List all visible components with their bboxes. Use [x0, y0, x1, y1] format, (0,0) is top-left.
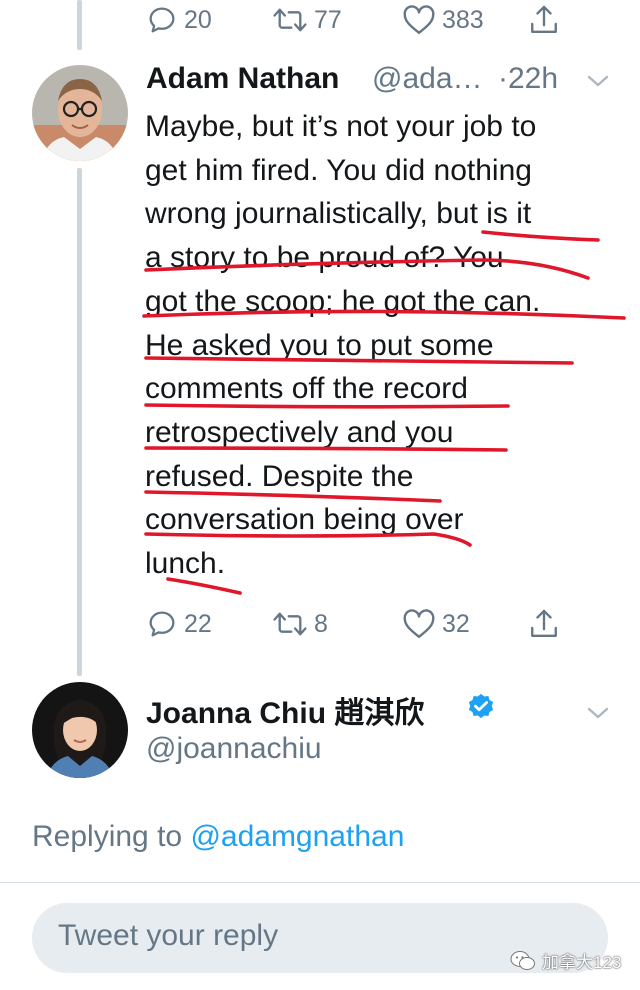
retweet-icon — [273, 612, 307, 636]
reply-button[interactable]: 20 — [146, 0, 212, 40]
retweet-count: 8 — [314, 609, 328, 638]
avatar-adam-nathan[interactable] — [32, 65, 128, 161]
reply-icon — [149, 7, 175, 33]
replying-to-prefix: Replying to — [32, 820, 183, 853]
tweet-line: Maybe, but it’s not your job to — [145, 110, 537, 143]
share-button[interactable] — [528, 604, 560, 644]
thread-line-middle — [77, 168, 82, 676]
retweet-icon — [273, 8, 307, 32]
author-name[interactable]: Adam Nathan — [146, 62, 339, 96]
tweet-line: a story to be proud of? You — [145, 241, 504, 275]
like-button[interactable]: 383 — [402, 0, 484, 40]
share-icon — [531, 5, 557, 33]
tweet-line: conversation being over — [145, 503, 464, 537]
share-icon — [531, 609, 557, 637]
tweet-line: got the scoop; he got the can. — [145, 284, 541, 318]
like-icon — [403, 609, 435, 638]
tweet-line: comments off the record — [145, 372, 468, 406]
retweet-button[interactable]: 77 — [272, 0, 342, 40]
tweet-actions: 22 8 32 — [0, 604, 640, 644]
retweet-button[interactable]: 8 — [272, 604, 328, 644]
like-button[interactable]: 32 — [402, 604, 470, 644]
avatar-joanna-chiu[interactable] — [32, 682, 128, 778]
tweet-line: retrospectively and you — [145, 415, 454, 449]
watermark-text: 加拿大123 — [542, 953, 622, 972]
replying-to-mention[interactable]: @adamgnathan — [190, 820, 404, 853]
reply-button[interactable]: 22 — [146, 604, 212, 644]
prev-tweet-actions: 20 77 383 — [0, 0, 640, 40]
tweet-line: He asked you to put some — [145, 328, 494, 362]
tweet-line: lunch. — [145, 547, 226, 581]
replying-to: Replying to @adamgnathan — [32, 820, 404, 854]
like-count: 383 — [442, 5, 484, 34]
tweet-text: Maybe, but it’s not your job to get him … — [145, 105, 615, 586]
reply-author-handle[interactable]: @joannachiu — [146, 732, 322, 766]
like-icon — [403, 5, 435, 34]
divider — [0, 882, 640, 883]
tweet-line: get him fired. You did nothing — [145, 153, 532, 187]
reply-icon — [149, 611, 175, 637]
tweet-time[interactable]: ·22h — [498, 62, 558, 96]
reply-count: 22 — [184, 609, 212, 638]
retweet-count: 77 — [314, 5, 342, 34]
reply-count: 20 — [184, 5, 212, 34]
like-count: 32 — [442, 609, 470, 638]
chevron-down-icon[interactable] — [585, 72, 611, 90]
share-button[interactable] — [528, 0, 560, 40]
tweet-line: refused. Despite the — [145, 459, 414, 493]
author-handle[interactable]: @ada… — [372, 62, 483, 96]
reply-author-name[interactable]: Joanna Chiu 趙淇欣 — [146, 688, 424, 732]
chevron-down-icon[interactable] — [585, 704, 611, 722]
watermark: 加拿大123 — [510, 948, 621, 973]
tweet-line: wrong journalistically, but is it — [145, 197, 532, 231]
verified-badge-icon — [468, 693, 494, 719]
reply-placeholder: Tweet your reply — [58, 919, 279, 952]
wechat-icon — [510, 950, 535, 970]
